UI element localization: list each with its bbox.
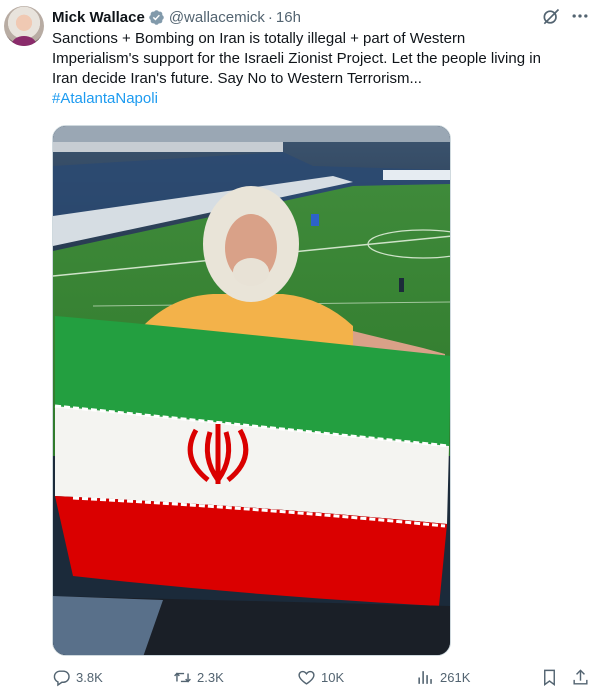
share-icon	[573, 669, 588, 685]
tweet-card[interactable]: Mick Wallace @wallacemick · 16h Sanction…	[0, 0, 600, 696]
like-icon	[298, 670, 315, 685]
tweet-timestamp[interactable]: 16h	[276, 9, 301, 26]
bookmark-button[interactable]	[540, 668, 564, 687]
tweet-photo[interactable]	[52, 125, 451, 656]
views-button[interactable]: 261K	[416, 668, 470, 687]
tweet-text-line: Imperialism's support for the Israeli Zi…	[52, 50, 541, 67]
tweet-text-line: Sanctions + Bombing on Iran is totally i…	[52, 30, 466, 47]
reply-count: 3.8K	[76, 670, 103, 685]
reply-icon	[53, 670, 70, 687]
retweet-button[interactable]: 2.3K	[173, 668, 224, 687]
tweet-text: Sanctions + Bombing on Iran is totally i…	[52, 29, 592, 109]
views-icon	[418, 671, 432, 684]
retweet-count: 2.3K	[197, 670, 224, 685]
avatar[interactable]	[4, 6, 44, 46]
hashtag-link[interactable]: #AtalantaNapoli	[52, 89, 592, 109]
reply-button[interactable]: 3.8K	[52, 668, 103, 687]
like-button[interactable]: 10K	[297, 668, 344, 687]
views-count: 261K	[440, 670, 471, 685]
like-count: 10K	[321, 670, 345, 685]
retweet-icon	[174, 672, 191, 683]
stadium-photo	[53, 126, 450, 655]
author-handle[interactable]: @wallacemick	[169, 9, 265, 26]
tweet-header: Mick Wallace @wallacemick · 16h	[52, 6, 301, 28]
bookmark-icon	[544, 669, 555, 687]
verified-badge-icon	[149, 9, 164, 25]
author-name[interactable]: Mick Wallace	[52, 9, 145, 26]
tweet-actions: 3.8K 2.3K 10K 261K	[52, 668, 592, 690]
share-button[interactable]	[571, 668, 595, 687]
more-icon[interactable]	[569, 6, 591, 26]
grok-icon[interactable]	[541, 7, 561, 27]
tweet-text-line: Iran decide Iran's future. Say No to Wes…	[52, 70, 422, 87]
header-separator: ·	[267, 8, 273, 26]
